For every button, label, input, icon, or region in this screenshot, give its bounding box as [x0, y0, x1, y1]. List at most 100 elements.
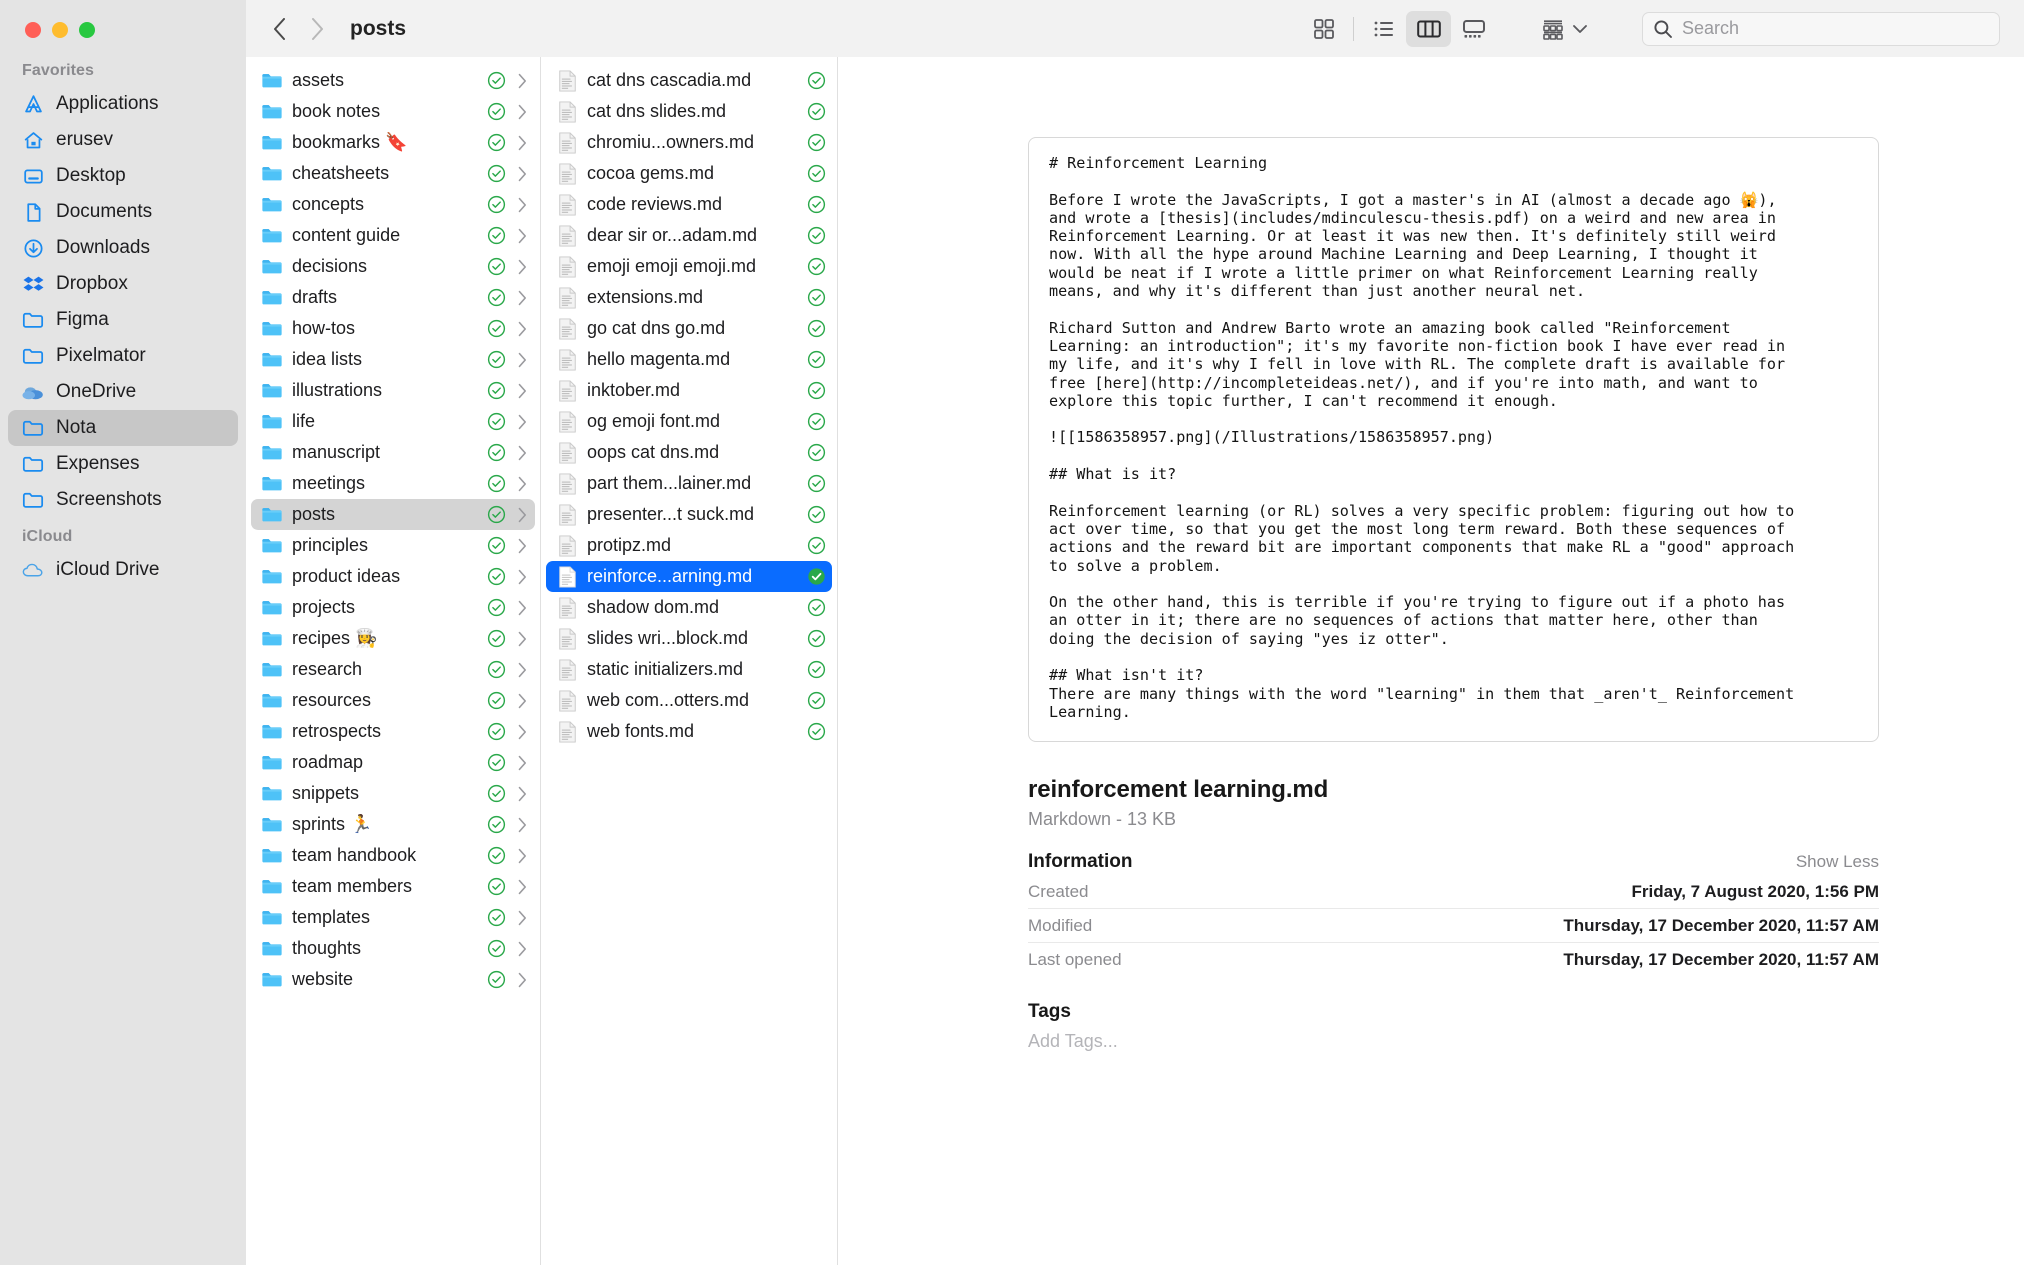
folder-row[interactable]: research — [251, 654, 535, 685]
minimize-window-button[interactable] — [52, 22, 68, 38]
file-row[interactable]: web com...otters.md — [546, 685, 832, 716]
column-view-button[interactable] — [1406, 10, 1451, 47]
chevron-right-icon[interactable] — [515, 631, 529, 647]
icon-view-button[interactable] — [1301, 11, 1346, 47]
folder-row[interactable]: how-tos — [251, 313, 535, 344]
chevron-right-icon[interactable] — [515, 662, 529, 678]
file-row[interactable]: part them...lainer.md — [546, 468, 832, 499]
chevron-right-icon[interactable] — [515, 817, 529, 833]
file-row[interactable]: inktober.md — [546, 375, 832, 406]
sidebar-item-nota[interactable]: Nota — [8, 410, 238, 446]
folder-row[interactable]: assets — [251, 65, 535, 96]
folder-row[interactable]: illustrations — [251, 375, 535, 406]
folder-row[interactable]: templates — [251, 902, 535, 933]
chevron-right-icon[interactable] — [515, 724, 529, 740]
file-row[interactable]: slides wri...block.md — [546, 623, 832, 654]
chevron-right-icon[interactable] — [515, 352, 529, 368]
forward-button[interactable] — [298, 12, 336, 46]
file-row[interactable]: protipz.md — [546, 530, 832, 561]
file-row[interactable]: og emoji font.md — [546, 406, 832, 437]
folder-row[interactable]: idea lists — [251, 344, 535, 375]
chevron-right-icon[interactable] — [515, 197, 529, 213]
file-row[interactable]: cocoa gems.md — [546, 158, 832, 189]
chevron-right-icon[interactable] — [515, 600, 529, 616]
folders-column[interactable]: assets book notes bookmarks 🔖 cheatsheets co… — [246, 57, 541, 1265]
show-less-button[interactable]: Show Less — [1796, 852, 1879, 872]
file-row[interactable]: cat dns cascadia.md — [546, 65, 832, 96]
chevron-right-icon[interactable] — [515, 73, 529, 89]
chevron-right-icon[interactable] — [515, 445, 529, 461]
folder-row[interactable]: posts — [251, 499, 535, 530]
sidebar-item-onedrive[interactable]: OneDrive — [8, 374, 238, 410]
sidebar-item-erusev[interactable]: erusev — [8, 122, 238, 158]
close-window-button[interactable] — [25, 22, 41, 38]
add-tags-input[interactable]: Add Tags... — [1028, 1031, 1879, 1052]
chevron-right-icon[interactable] — [515, 910, 529, 926]
chevron-right-icon[interactable] — [515, 941, 529, 957]
chevron-right-icon[interactable] — [515, 135, 529, 151]
folder-row[interactable]: roadmap — [251, 747, 535, 778]
sidebar-item-figma[interactable]: Figma — [8, 302, 238, 338]
folder-row[interactable]: bookmarks 🔖 — [251, 127, 535, 158]
chevron-right-icon[interactable] — [515, 228, 529, 244]
folder-row[interactable]: website — [251, 964, 535, 995]
sidebar-item-pixelmator[interactable]: Pixelmator — [8, 338, 238, 374]
folder-row[interactable]: snippets — [251, 778, 535, 809]
folder-row[interactable]: cheatsheets — [251, 158, 535, 189]
sidebar-item-applications[interactable]: Applications — [8, 86, 238, 122]
chevron-right-icon[interactable] — [515, 321, 529, 337]
folder-row[interactable]: life — [251, 406, 535, 437]
sidebar-item-icloud-drive[interactable]: iCloud Drive — [8, 552, 238, 588]
file-row[interactable]: extensions.md — [546, 282, 832, 313]
chevron-right-icon[interactable] — [515, 848, 529, 864]
file-row[interactable]: code reviews.md — [546, 189, 832, 220]
folder-row[interactable]: concepts — [251, 189, 535, 220]
sidebar-item-documents[interactable]: Documents — [8, 194, 238, 230]
file-row[interactable]: cat dns slides.md — [546, 96, 832, 127]
folder-row[interactable]: drafts — [251, 282, 535, 313]
file-row[interactable]: oops cat dns.md — [546, 437, 832, 468]
sidebar-item-downloads[interactable]: Downloads — [8, 230, 238, 266]
chevron-right-icon[interactable] — [515, 972, 529, 988]
folder-row[interactable]: sprints 🏃 — [251, 809, 535, 840]
chevron-right-icon[interactable] — [515, 414, 529, 430]
folder-row[interactable]: projects — [251, 592, 535, 623]
folder-row[interactable]: product ideas — [251, 561, 535, 592]
file-row[interactable]: emoji emoji emoji.md — [546, 251, 832, 282]
files-column[interactable]: cat dns cascadia.md cat dns slides.md chro… — [541, 57, 838, 1265]
chevron-right-icon[interactable] — [515, 879, 529, 895]
back-button[interactable] — [260, 12, 298, 46]
folder-row[interactable]: thoughts — [251, 933, 535, 964]
file-row[interactable]: shadow dom.md — [546, 592, 832, 623]
chevron-right-icon[interactable] — [515, 693, 529, 709]
chevron-right-icon[interactable] — [515, 786, 529, 802]
chevron-right-icon[interactable] — [515, 569, 529, 585]
sidebar-item-dropbox[interactable]: Dropbox — [8, 266, 238, 302]
file-row[interactable]: dear sir or...adam.md — [546, 220, 832, 251]
file-row[interactable]: web fonts.md — [546, 716, 832, 747]
folder-row[interactable]: team members — [251, 871, 535, 902]
folder-row[interactable]: decisions — [251, 251, 535, 282]
chevron-right-icon[interactable] — [515, 383, 529, 399]
folder-row[interactable]: retrospects — [251, 716, 535, 747]
folder-row[interactable]: resources — [251, 685, 535, 716]
folder-row[interactable]: recipes 👩‍🍳 — [251, 623, 535, 654]
sidebar-item-screenshots[interactable]: Screenshots — [8, 482, 238, 518]
file-row[interactable]: chromiu...owners.md — [546, 127, 832, 158]
file-row[interactable]: hello magenta.md — [546, 344, 832, 375]
search-field[interactable]: Search — [1642, 11, 2000, 46]
file-row[interactable]: presenter...t suck.md — [546, 499, 832, 530]
file-row[interactable]: reinforce...arning.md — [546, 561, 832, 592]
file-row[interactable]: static initializers.md — [546, 654, 832, 685]
chevron-right-icon[interactable] — [515, 290, 529, 306]
group-by-button[interactable] — [1534, 11, 1594, 47]
breadcrumb[interactable]: posts — [350, 17, 406, 41]
sidebar-item-expenses[interactable]: Expenses — [8, 446, 238, 482]
chevron-right-icon[interactable] — [515, 755, 529, 771]
gallery-view-button[interactable] — [1451, 11, 1496, 47]
chevron-right-icon[interactable] — [515, 259, 529, 275]
zoom-window-button[interactable] — [79, 22, 95, 38]
folder-row[interactable]: principles — [251, 530, 535, 561]
chevron-right-icon[interactable] — [515, 538, 529, 554]
sidebar-item-desktop[interactable]: Desktop — [8, 158, 238, 194]
